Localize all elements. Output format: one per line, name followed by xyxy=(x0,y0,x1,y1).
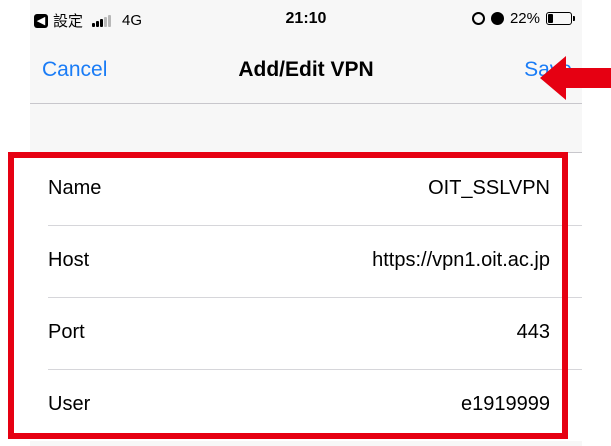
battery-level-fill xyxy=(548,14,553,23)
ios-screen: ◀ 設定 4G 21:10 22% Cancel Add/Edit VPN Sa… xyxy=(30,0,582,446)
page-title: Add/Edit VPN xyxy=(238,58,374,81)
vpn-form: Name OIT_SSLVPN Host https://vpn1.oit.ac… xyxy=(30,152,582,441)
form-row-name[interactable]: Name OIT_SSLVPN xyxy=(30,153,582,225)
user-label: User xyxy=(48,393,91,415)
cancel-button[interactable]: Cancel xyxy=(42,58,107,82)
form-row-port[interactable]: Port 443 xyxy=(30,297,582,369)
port-field[interactable]: 443 xyxy=(517,321,550,344)
port-label: Port xyxy=(48,321,85,343)
form-row-user[interactable]: User e1919999 xyxy=(30,369,582,441)
status-bar: ◀ 設定 4G 21:10 22% xyxy=(30,0,582,40)
host-field[interactable]: https://vpn1.oit.ac.jp xyxy=(372,249,550,272)
name-field[interactable]: OIT_SSLVPN xyxy=(428,177,550,200)
red-arrow-icon xyxy=(540,56,611,100)
alarm-icon xyxy=(490,12,504,25)
orientation-lock-icon xyxy=(471,12,485,25)
battery-icon xyxy=(546,12,575,25)
host-label: Host xyxy=(48,249,90,271)
name-label: Name xyxy=(48,177,102,199)
navigation-bar: Cancel Add/Edit VPN Save xyxy=(30,40,582,104)
user-field[interactable]: e1919999 xyxy=(461,393,550,416)
battery-percent: 22% xyxy=(509,10,540,27)
status-bar-right: 22% xyxy=(471,10,575,27)
form-row-host[interactable]: Host https://vpn1.oit.ac.jp xyxy=(30,225,582,297)
